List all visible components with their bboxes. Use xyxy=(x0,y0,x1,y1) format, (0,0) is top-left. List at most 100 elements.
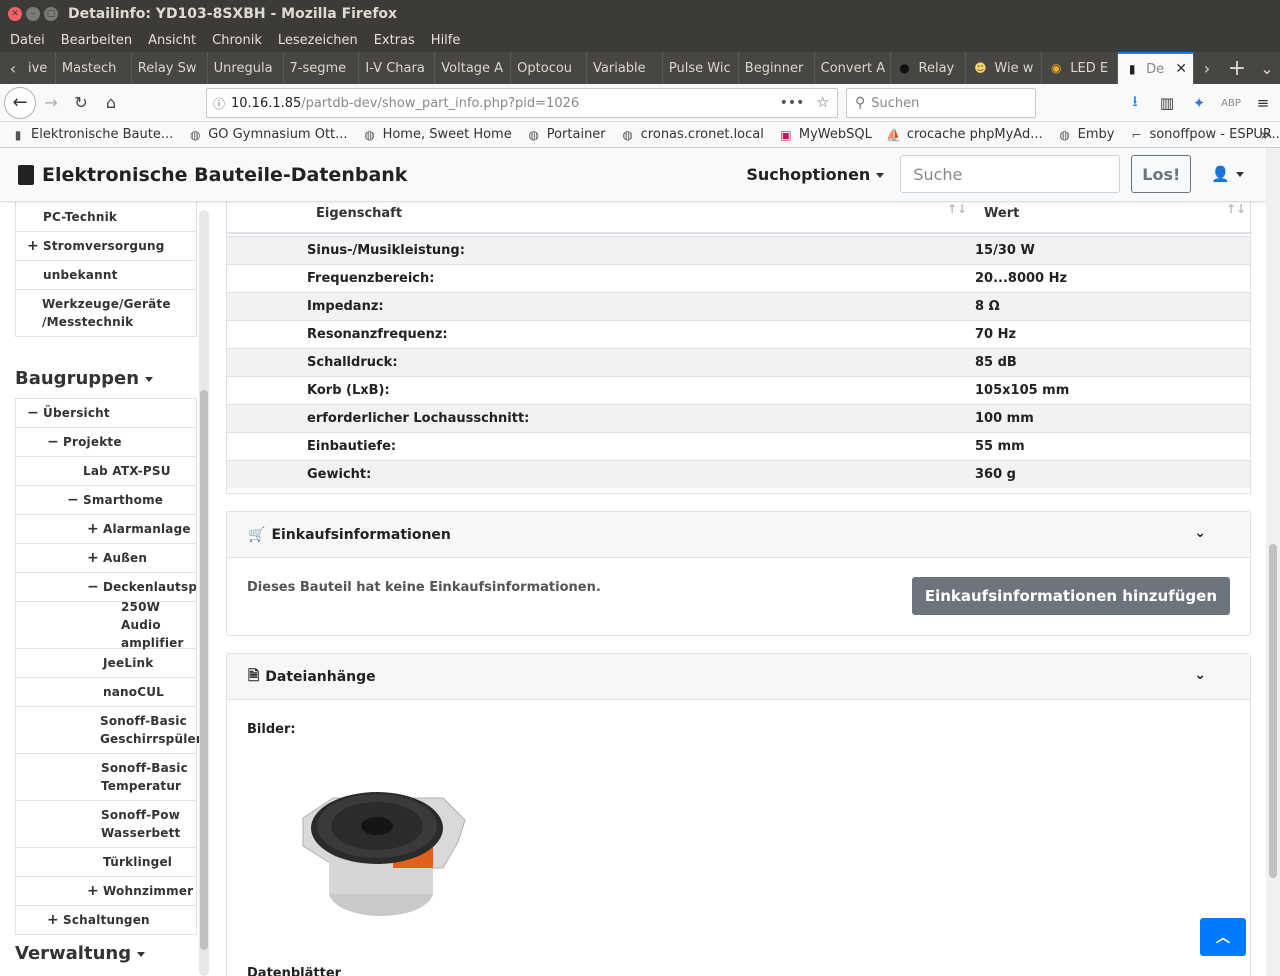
user-menu[interactable]: 👤 xyxy=(1211,165,1244,183)
collapse-minus-icon[interactable]: − xyxy=(67,492,79,508)
tree-item[interactable]: − Smarthome xyxy=(15,486,197,515)
browser-tab[interactable]: ive xyxy=(26,52,56,84)
forward-icon[interactable]: → xyxy=(36,88,66,118)
window-close-icon[interactable]: ✕ xyxy=(8,7,22,21)
search-button[interactable]: Los! xyxy=(1131,155,1192,193)
bookmarks-overflow-icon[interactable]: » xyxy=(1260,125,1270,144)
menu-extras[interactable]: Extras xyxy=(374,33,415,48)
menu-lesezeichen[interactable]: Lesezeichen xyxy=(278,33,358,48)
browser-tab[interactable]: 7-segme xyxy=(284,52,360,84)
tabs-scroll-left-icon[interactable]: ‹ xyxy=(0,52,26,84)
tree-item[interactable]: + Schaltungen xyxy=(15,906,197,935)
browser-tab[interactable]: ☻ Wie w xyxy=(966,52,1043,84)
tabs-scroll-right-icon[interactable]: › xyxy=(1194,52,1220,84)
browser-tab[interactable]: ● Relay xyxy=(891,52,967,84)
bookmark-item[interactable]: ◍ Emby xyxy=(1057,127,1114,143)
tree-item[interactable]: − Übersicht xyxy=(15,399,197,428)
expand-plus-icon[interactable]: + xyxy=(87,883,99,899)
tree-item[interactable]: + Außen xyxy=(15,544,197,573)
sidebar-scrollbar-thumb[interactable] xyxy=(200,390,208,950)
browser-tab[interactable]: Relay Sw xyxy=(132,52,208,84)
browser-search-input[interactable]: ⚲ Suchen xyxy=(846,88,1036,118)
tree-item[interactable]: JeeLink xyxy=(15,649,197,678)
home-icon[interactable]: ⌂ xyxy=(96,88,126,118)
sidebar-toggle-icon[interactable]: ▥ xyxy=(1156,94,1178,112)
tree-item[interactable]: 250W Audio amplifier xyxy=(15,600,197,650)
column-header-wert[interactable]: Wert xyxy=(984,206,1019,221)
browser-tab[interactable]: Convert A xyxy=(815,52,891,84)
speaker-image[interactable] xyxy=(293,780,469,920)
tree-item[interactable]: Sonoff-Basic Temperatur xyxy=(15,754,197,801)
download-icon[interactable]: ⭳ xyxy=(1124,91,1146,116)
browser-tab[interactable]: Voltage A xyxy=(435,52,512,84)
add-purchase-info-button[interactable]: Einkaufsinformationen hinzufügen xyxy=(911,577,1230,615)
browser-tab[interactable]: Variable xyxy=(587,52,663,84)
browser-tab[interactable]: Beginner xyxy=(739,52,815,84)
browser-tab[interactable]: Mastech xyxy=(56,52,132,84)
scroll-to-top-button[interactable]: ︿ xyxy=(1200,918,1246,956)
category-item[interactable]: + Stromversorgung xyxy=(15,232,197,261)
tree-item[interactable]: + Wohnzimmer xyxy=(15,877,197,906)
expand-plus-icon[interactable]: + xyxy=(47,912,59,928)
bookmark-item[interactable]: ▣ MyWebSQL xyxy=(778,127,872,143)
page-scrollbar[interactable] xyxy=(1266,148,1280,976)
search-options-dropdown[interactable]: Suchoptionen xyxy=(746,165,885,184)
tree-item[interactable]: + Alarmanlage xyxy=(15,515,197,544)
bookmark-item[interactable]: ⌐ sonoffpow - ESPUR... xyxy=(1128,127,1280,143)
bookmark-item[interactable]: ◍ Home, Sweet Home xyxy=(362,127,511,143)
sort-icon[interactable]: ↑↓ xyxy=(1226,202,1246,216)
category-item[interactable]: PC-Technik xyxy=(15,202,197,232)
bookmark-item[interactable]: ▮ Elektronische Baute... xyxy=(10,127,174,143)
adblock-icon[interactable]: ABP xyxy=(1220,98,1242,109)
browser-tab[interactable]: Unregula xyxy=(208,52,284,84)
page-scrollbar-thumb[interactable] xyxy=(1269,544,1277,878)
browser-tab-active[interactable]: ▮ De ✕ xyxy=(1118,52,1195,84)
expand-plus-icon[interactable]: + xyxy=(87,550,99,566)
menu-datei[interactable]: Datei xyxy=(10,33,45,48)
chevron-down-icon[interactable]: ⌄ xyxy=(1194,525,1206,541)
tree-item[interactable]: Türklingel xyxy=(15,848,197,877)
browser-tab[interactable]: I-V Chara xyxy=(359,52,436,84)
extension-icon[interactable]: ✦ xyxy=(1188,94,1210,112)
tab-list-icon[interactable]: ⌄ xyxy=(1254,52,1280,84)
new-tab-icon[interactable]: + xyxy=(1220,56,1254,81)
bookmark-item[interactable]: ◍ GO Gymnasium Ott... xyxy=(187,127,348,143)
page-actions-icon[interactable]: ••• xyxy=(780,95,805,111)
column-header-eigenschaft[interactable]: Eigenschaft xyxy=(316,206,402,221)
category-item[interactable]: Werkzeuge/Geräte /Messtechnik xyxy=(15,290,197,337)
bookmark-item[interactable]: ⛵ crocache phpMyAd... xyxy=(886,127,1042,143)
search-input[interactable]: Suche xyxy=(900,155,1121,193)
window-maximize-icon[interactable]: □ xyxy=(44,7,58,21)
browser-tab[interactable]: Pulse Wic xyxy=(663,52,739,84)
window-minimize-icon[interactable]: – xyxy=(26,7,40,21)
back-icon[interactable]: ← xyxy=(4,86,36,119)
tree-item[interactable]: Sonoff-Basic Geschirrspüler xyxy=(15,707,202,754)
collapse-minus-icon[interactable]: − xyxy=(27,405,39,421)
chevron-down-icon[interactable]: ⌄ xyxy=(1194,667,1206,683)
menu-ansicht[interactable]: Ansicht xyxy=(148,33,196,48)
expand-plus-icon[interactable]: + xyxy=(27,238,39,254)
tree-item[interactable]: − Projekte xyxy=(15,428,197,457)
browser-tab[interactable]: ◉ LED E xyxy=(1042,52,1119,84)
expand-plus-icon[interactable]: + xyxy=(87,521,99,537)
site-info-icon[interactable]: ⓘ xyxy=(207,95,231,112)
sort-icon[interactable]: ↑↓ xyxy=(947,202,967,216)
purchase-info-header[interactable]: 🛒 Einkaufsinformationen ⌄ xyxy=(227,512,1250,558)
verwaltung-heading[interactable]: Verwaltung xyxy=(15,943,146,964)
app-brand[interactable]: Elektronische Bauteile-Datenbank xyxy=(42,164,407,186)
bookmark-item[interactable]: ◍ Portainer xyxy=(526,127,605,143)
menu-bearbeiten[interactable]: Bearbeiten xyxy=(61,33,132,48)
tree-item[interactable]: Sonoff-Pow Wasserbett xyxy=(15,801,197,848)
tab-close-icon[interactable]: ✕ xyxy=(1175,61,1187,77)
category-item[interactable]: unbekannt xyxy=(15,261,197,290)
tree-item[interactable]: nanoCUL xyxy=(15,678,197,707)
sidebar-scrollbar[interactable] xyxy=(199,210,209,976)
url-bar[interactable]: ⓘ 10.16.1.85/partdb-dev/show_part_info.p… xyxy=(206,88,838,118)
menu-chronik[interactable]: Chronik xyxy=(212,33,262,48)
collapse-minus-icon[interactable]: − xyxy=(47,434,59,450)
hamburger-menu-icon[interactable]: ≡ xyxy=(1252,94,1274,112)
browser-tab[interactable]: Optocou xyxy=(511,52,588,84)
reload-icon[interactable]: ↻ xyxy=(66,88,96,118)
bookmark-star-icon[interactable]: ☆ xyxy=(816,95,829,111)
attachments-header[interactable]: 🗎 Dateianhänge ⌄ xyxy=(227,654,1250,700)
